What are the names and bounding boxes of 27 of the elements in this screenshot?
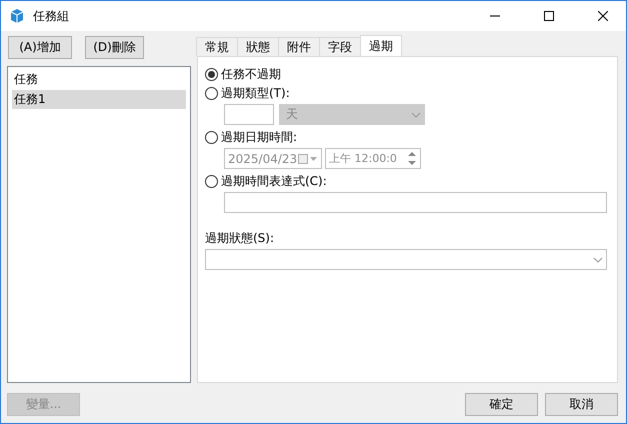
close-icon[interactable] [598,11,608,21]
status-label: 過期狀態(S): [205,230,276,247]
option-label: 過期日期時間: [221,129,298,146]
option-label: 任務不過期 [221,66,281,83]
expression-field[interactable] [224,192,607,213]
option-label: 過期時間表達式(C): [221,173,327,190]
cube-icon [9,8,25,24]
list-item[interactable]: 任務 [12,70,186,89]
toolbar-button[interactable]: (A)增加 [8,36,72,59]
chevron-icon [593,256,603,262]
number-field[interactable] [224,104,274,125]
calendar-icon [298,154,318,164]
option-label: 過期類型(T): [221,85,290,102]
tab[interactable]: 狀態 [237,37,279,56]
chevron-icon [411,112,421,118]
tab[interactable]: 過期 [360,35,402,56]
radio-button[interactable] [205,68,218,81]
window-title: 任務組 [33,8,70,24]
footer-button[interactable]: 確定 [465,392,538,416]
maximize-icon[interactable] [544,11,554,21]
list-item[interactable]: 任務1 [12,90,186,109]
footer-button[interactable]: 取消 [545,392,618,416]
tab[interactable]: 附件 [278,37,320,56]
toolbar-button[interactable]: (D)刪除 [85,36,144,59]
tab[interactable]: 常規 [196,37,238,56]
radio-button[interactable] [205,175,218,188]
radio-button[interactable] [205,87,218,100]
